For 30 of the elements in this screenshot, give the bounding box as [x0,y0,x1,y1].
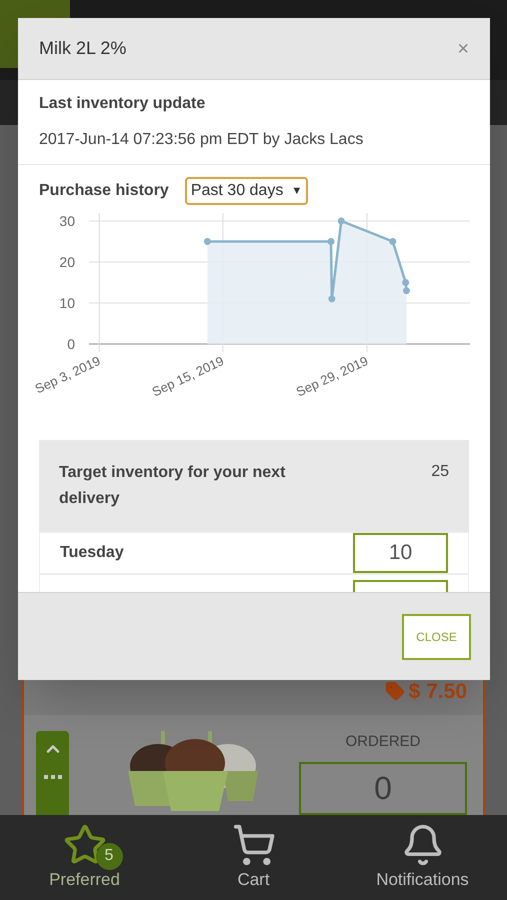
nav-tab[interactable]: 5 Preferred [10,822,160,892]
ordered-label: ORDERED [345,732,420,752]
x-tick-label: Sep 15, 2019 [150,353,226,400]
range-dropdown[interactable]: Past 30 days ▼ [184,177,308,205]
section-label: Last inventory update [39,94,206,114]
y-tick-label: 0 [67,336,75,352]
nav-tab[interactable]: Notifications [348,822,498,892]
cart-icon [232,822,276,867]
section-label: Purchase history [39,181,169,201]
nav-tab[interactable]: Cart [178,822,328,892]
scroll-control[interactable] [36,731,69,815]
more-icon [44,775,62,779]
day-label: Tuesday [60,543,124,563]
data-point [327,238,334,245]
data-point [389,238,396,245]
quantity-field[interactable]: 10 [353,533,448,573]
y-tick-label: 10 [59,295,75,311]
dialog-title: Milk 2L 2% [39,37,126,60]
target-label: Target inventory for your next delivery [59,463,286,509]
price-tag-icon [384,681,405,702]
y-tick-label: 30 [59,213,75,229]
update-info: 2017-Jun-14 07:23:56 pm EDT by Jacks Lacs [39,130,364,150]
data-point [204,238,211,245]
count-badge: 5 [96,842,122,870]
x-tick-label: Sep 29, 2019 [294,353,370,400]
price: $ 7.50 [408,678,467,704]
data-point [338,218,345,224]
target-value: 25 [431,462,449,482]
data-point [328,295,336,302]
y-tick-label: 20 [59,254,75,270]
